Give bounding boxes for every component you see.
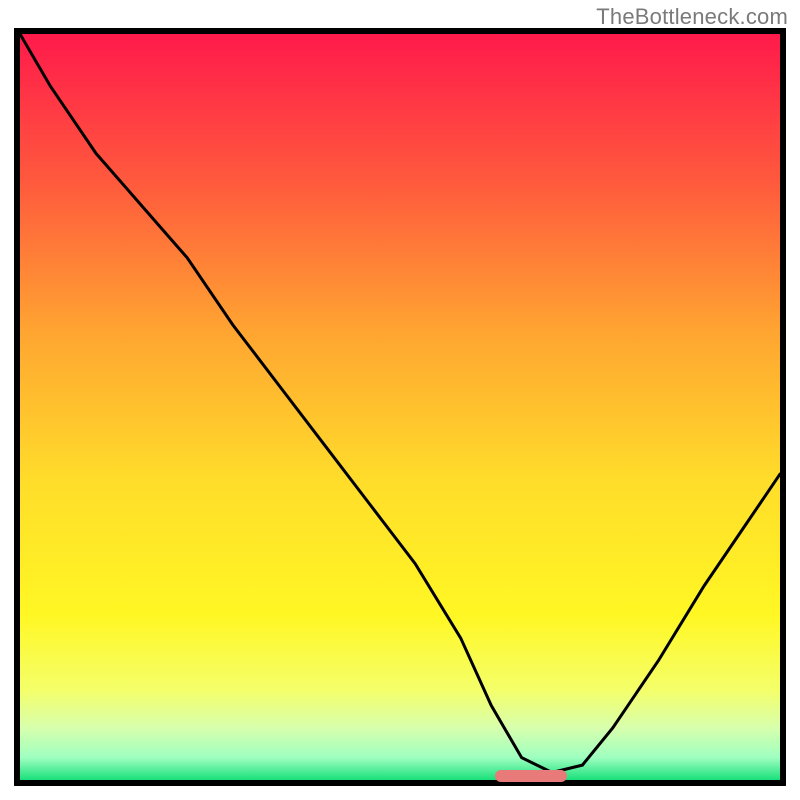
plot-inner: [20, 34, 780, 780]
gradient-background: [20, 34, 780, 780]
watermark-text: TheBottleneck.com: [596, 4, 788, 30]
plot-area: [14, 28, 786, 786]
chart-svg: [20, 34, 780, 780]
optimal-range-marker: [495, 770, 567, 782]
chart-container: TheBottleneck.com: [0, 0, 800, 800]
